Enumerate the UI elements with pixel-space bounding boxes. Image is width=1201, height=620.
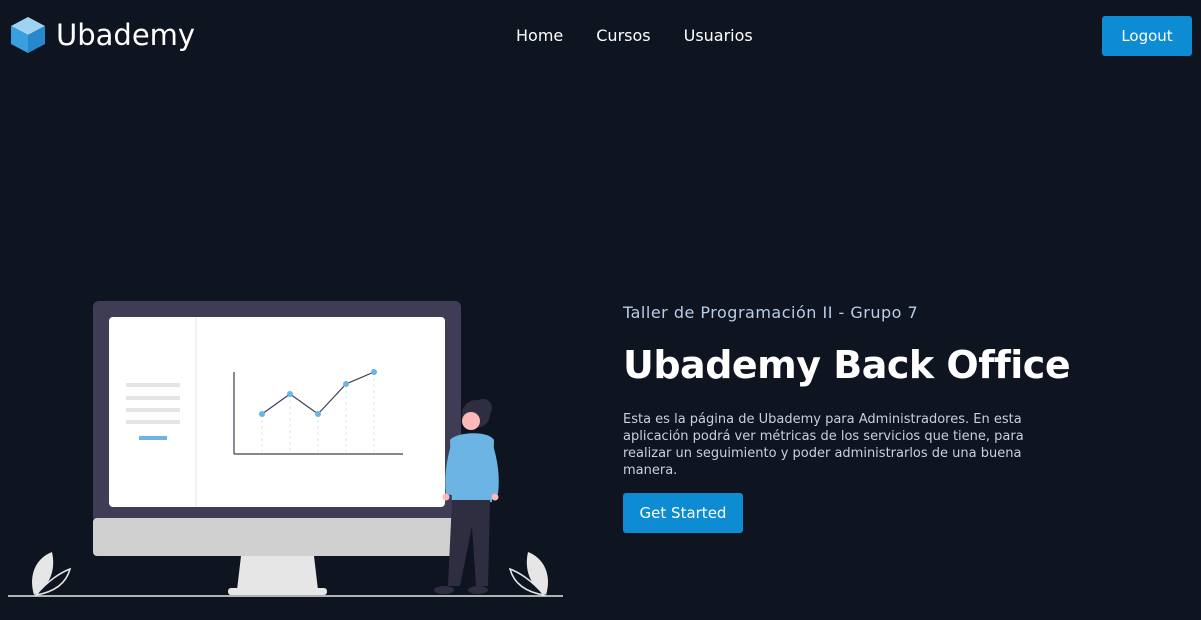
hero-description: Esta es la página de Ubademy para Admini… — [623, 412, 1024, 478]
main-nav: Home Cursos Usuarios — [516, 25, 753, 47]
logout-button[interactable]: Logout — [1102, 16, 1192, 56]
plant-left — [32, 552, 72, 597]
landing-page: Ubademy Home Cursos Usuarios Logout Tall… — [0, 0, 1201, 620]
nav-cursos-link[interactable]: Cursos — [596, 25, 650, 47]
hero-subtitle: Taller de Programación II - Grupo 7 — [623, 303, 919, 322]
cube-logo-icon — [11, 17, 45, 53]
get-started-button[interactable]: Get Started — [623, 493, 743, 533]
nav-usuarios-link[interactable]: Usuarios — [684, 25, 753, 47]
hero-illustration — [8, 301, 563, 597]
plant-right — [508, 552, 548, 597]
monitor-graphic — [93, 301, 461, 595]
brand-logo[interactable]: Ubademy — [10, 16, 195, 54]
hero-title: Ubademy Back Office — [623, 343, 1071, 387]
brand-name: Ubademy — [56, 17, 196, 52]
nav-home-link[interactable]: Home — [516, 25, 563, 47]
hero-text-block: Taller de Programación II - Grupo 7 Ubad… — [623, 302, 1093, 479]
